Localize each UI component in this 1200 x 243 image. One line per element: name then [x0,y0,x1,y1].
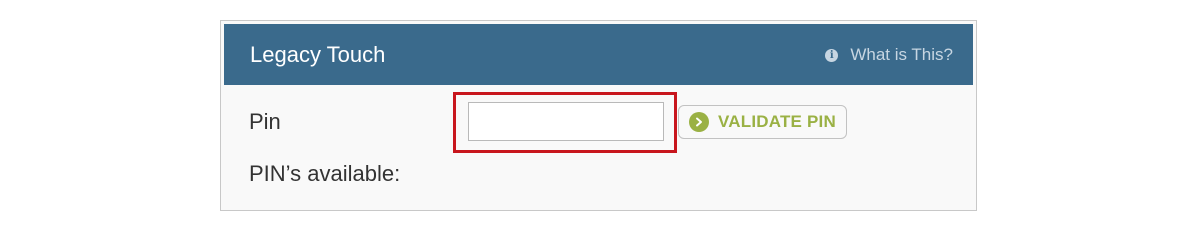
legacy-touch-panel: Legacy Touch i What is This? Pin VALIDAT… [220,20,977,211]
panel-title: Legacy Touch [250,42,386,67]
validate-pin-button[interactable]: VALIDATE PIN [678,105,847,139]
pin-label: Pin [249,109,281,134]
pins-available-label: PIN’s available: [249,161,401,186]
arrow-right-circle-icon [689,112,709,132]
validate-pin-label: VALIDATE PIN [718,112,836,131]
what-is-this-label: What is This? [850,45,953,64]
what-is-this-link[interactable]: i What is This? [825,45,953,65]
pin-input[interactable] [468,102,664,141]
info-icon: i [825,48,839,62]
panel-header: Legacy Touch i What is This? [224,24,973,85]
